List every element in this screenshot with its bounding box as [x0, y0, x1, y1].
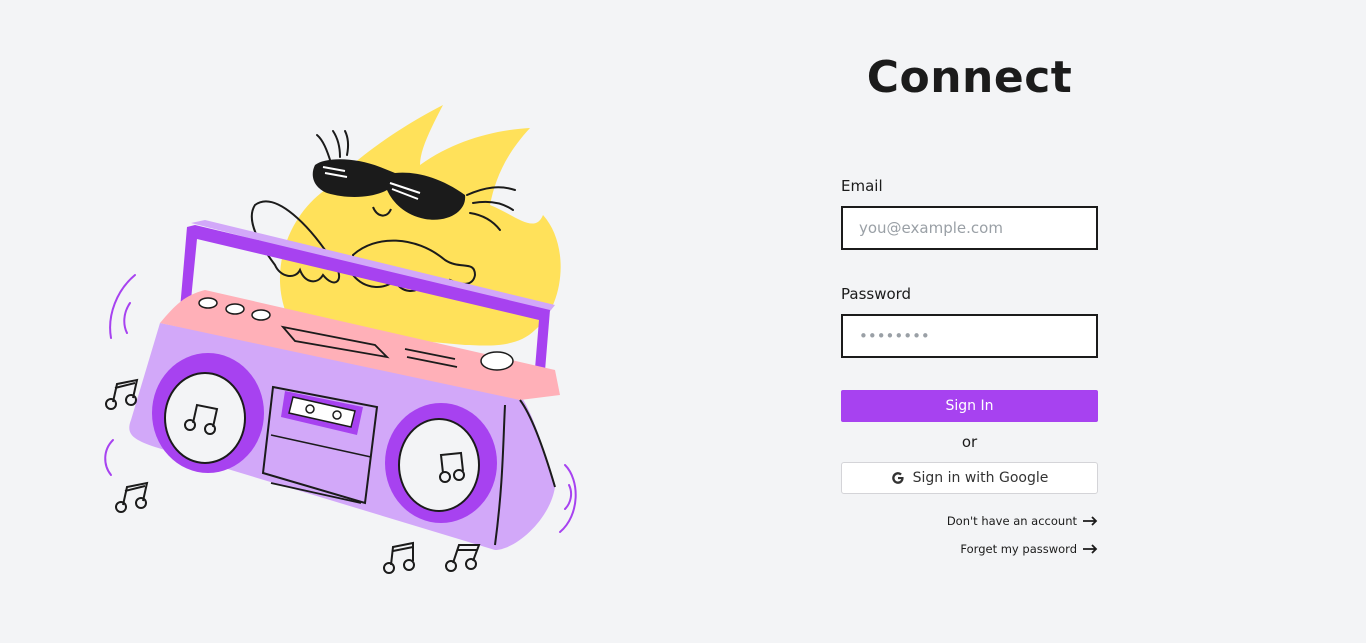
- page-title: Connect: [866, 52, 1073, 103]
- google-sign-in-button[interactable]: Sign in with Google: [841, 462, 1098, 494]
- sign-in-button[interactable]: Sign In: [841, 390, 1098, 422]
- email-field[interactable]: [841, 206, 1098, 250]
- password-label: Password: [841, 285, 912, 303]
- arrow-right-icon: [1083, 544, 1098, 554]
- left-speaker: [152, 353, 264, 473]
- boombox-cat-illustration: [104, 105, 577, 574]
- google-g-icon: [891, 472, 904, 484]
- right-speaker: [385, 403, 497, 523]
- or-divider-text: or: [961, 433, 978, 451]
- email-label: Email: [841, 177, 883, 195]
- forgot-password-link[interactable]: Forget my password: [960, 542, 1098, 556]
- no-account-link[interactable]: Don't have an account: [947, 514, 1098, 528]
- no-account-link-label: Don't have an account: [946, 514, 1077, 528]
- google-sign-in-label: Sign in with Google: [912, 470, 1049, 486]
- password-field[interactable]: [841, 314, 1098, 358]
- forgot-password-link-label: Forget my password: [960, 542, 1077, 556]
- arrow-right-icon: [1083, 516, 1098, 526]
